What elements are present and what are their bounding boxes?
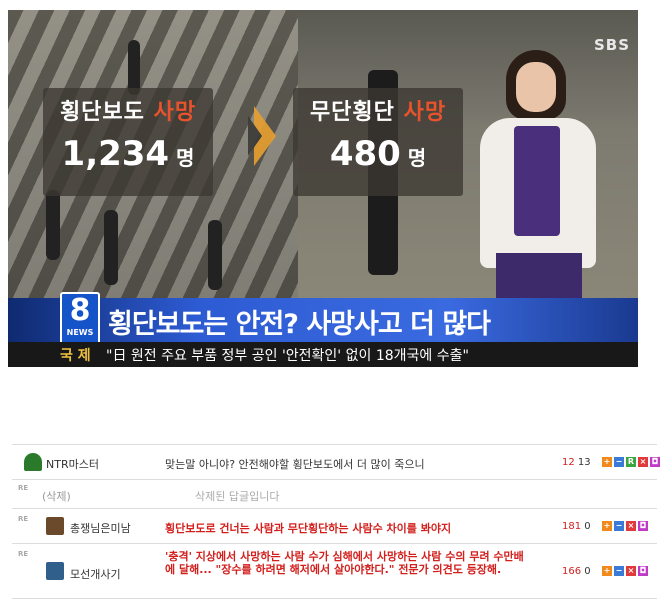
stat-label: 무단횡단 — [309, 100, 395, 125]
report-icon[interactable]: ◘ — [638, 566, 648, 576]
comment-nickname[interactable]: NTR마스터 — [46, 456, 99, 472]
downvote-count: 0 — [584, 566, 591, 577]
comment-nickname[interactable]: 모선개사기 — [70, 566, 121, 582]
reply-icon[interactable]: R — [626, 457, 636, 467]
minus-icon[interactable]: − — [614, 566, 624, 576]
downvote-count: 13 — [577, 457, 591, 468]
jaywalk-death-count: 480 — [329, 134, 401, 174]
report-icon[interactable]: ◘ — [638, 521, 648, 531]
plus-icon[interactable]: + — [602, 566, 612, 576]
avatar — [24, 453, 42, 471]
news-anchor — [470, 48, 630, 313]
upvote-count: 12 — [562, 457, 575, 468]
comment-nickname[interactable]: 총쟁님은미남 — [70, 520, 131, 536]
upvote-count: 166 — [562, 566, 582, 577]
stat-label-red: 사망 — [403, 100, 447, 125]
arrow-icon — [248, 106, 276, 166]
avatar — [46, 517, 64, 535]
delete-icon[interactable]: × — [626, 566, 636, 576]
downvote-count: 0 — [584, 521, 591, 532]
crosswalk-death-count: 1,234 — [61, 134, 170, 174]
comment-text: 맞는말 아니야? 안전해야할 횡단보도에서 더 많이 죽으니 — [165, 458, 425, 471]
reply-marker-icon: RE — [18, 550, 29, 558]
comment-actions: + − R × ◘ — [602, 457, 660, 467]
comment-row: RE 모선개사기 '충격' 지상에서 사망하는 사람 수가 심해에서 사망하는 … — [12, 544, 657, 599]
reply-marker-icon: RE — [18, 484, 29, 492]
news-ticker: 국 제 "日 원전 주요 부품 정부 공인 '안전확인' 없이 18개국에 수출… — [8, 342, 638, 367]
comment-text: 삭제된 답글입니다 — [195, 490, 280, 503]
stat-label: 횡단보도 — [59, 100, 145, 125]
report-icon[interactable]: ◘ — [650, 457, 660, 467]
comment-text: '충격' 지상에서 사망하는 사람 수가 심해에서 사망하는 사람 수의 무려 … — [165, 550, 524, 576]
minus-icon[interactable]: − — [614, 521, 624, 531]
comment-actions: + − × ◘ — [602, 566, 648, 576]
news-screenshot: 횡단보도 사망 1,234 명 무단횡단 사망 480 명 SBS 8 NEWS… — [8, 10, 638, 367]
comment-text: 횡단보도로 건너는 사람과 무단횡단하는 사람수 차이를 봐야지 — [165, 522, 452, 535]
stat-label-red: 사망 — [153, 100, 197, 125]
pedestrian — [46, 190, 60, 260]
upvote-count: 181 — [562, 521, 582, 532]
pedestrian — [208, 220, 222, 290]
comment-row: NTR마스터 맞는말 아니야? 안전해야할 횡단보도에서 더 많이 죽으니 12… — [12, 445, 660, 480]
comment-nickname: (삭제) — [42, 490, 71, 503]
comment-row: RE 총쟁님은미남 횡단보도로 건너는 사람과 무단횡단하는 사람수 차이를 봐… — [12, 509, 657, 544]
news8-logo: 8 NEWS — [60, 292, 100, 346]
stat-unit: 명 — [176, 146, 195, 170]
delete-icon[interactable]: × — [626, 521, 636, 531]
plus-icon[interactable]: + — [602, 457, 612, 467]
minus-icon[interactable]: − — [614, 457, 624, 467]
pedestrian — [128, 40, 140, 95]
crosswalk-death-box: 횡단보도 사망 1,234 명 — [43, 88, 213, 196]
comment-actions: + − × ◘ — [602, 521, 648, 531]
stat-unit: 명 — [407, 146, 427, 170]
avatar — [46, 562, 64, 580]
ticker-category: 국 제 — [60, 348, 91, 364]
comment-list: NTR마스터 맞는말 아니야? 안전해야할 횡단보도에서 더 많이 죽으니 12… — [12, 444, 660, 599]
reply-marker-icon: RE — [18, 515, 29, 523]
jaywalk-death-box: 무단횡단 사망 480 명 — [293, 88, 463, 196]
plus-icon[interactable]: + — [602, 521, 612, 531]
ticker-text: "日 원전 주요 부품 정부 공인 '안전확인' 없이 18개국에 수출" — [106, 348, 469, 364]
delete-icon[interactable]: × — [638, 457, 648, 467]
comment-row: RE (삭제) 삭제된 답글입니다 — [12, 480, 657, 509]
pedestrian — [104, 210, 118, 285]
news-headline: 횡단보도는 안전? 사망사고 더 많다 — [108, 309, 491, 340]
